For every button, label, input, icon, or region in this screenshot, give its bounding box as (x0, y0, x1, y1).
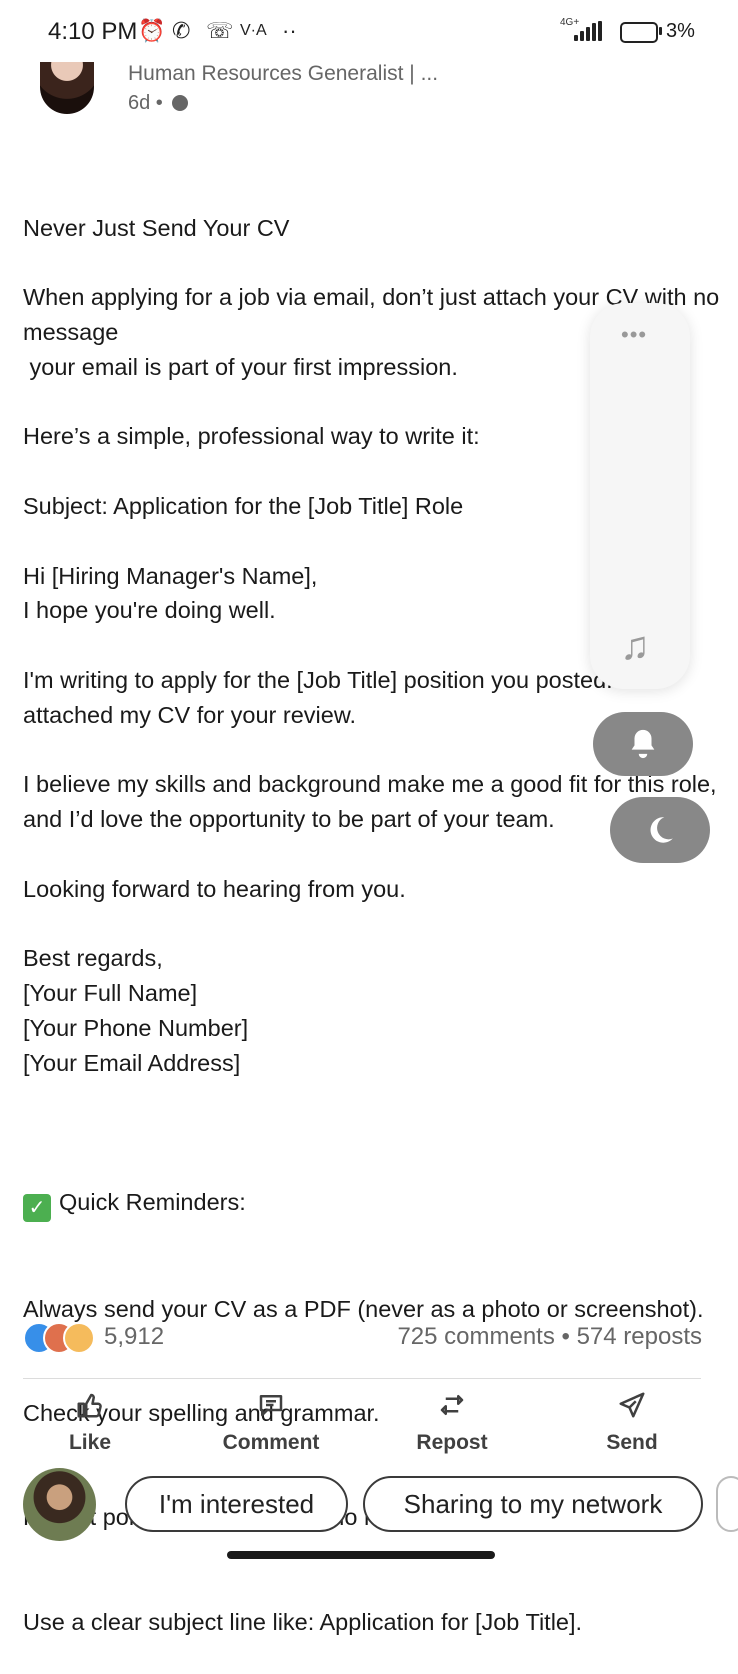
status-time: 4:10 PM (48, 18, 138, 45)
moon-icon[interactable] (610, 797, 710, 863)
status-bar: 4:10 PM ⏰ ✆ ☏ V·A ·· 4G+ 3% (0, 0, 738, 62)
engagement-stats[interactable]: 725 comments • 574 reposts (397, 1323, 702, 1351)
whatsapp-icon: ✆ (172, 18, 191, 43)
globe-icon (172, 95, 188, 111)
post-line: Best regards, (23, 945, 163, 972)
post-line: [Your Email Address] (23, 1049, 241, 1076)
like-icon (77, 1393, 102, 1418)
reaction-icons[interactable] (23, 1322, 98, 1354)
divider (23, 1378, 701, 1379)
interested-chip[interactable]: I'm interested (125, 1476, 348, 1532)
like-button[interactable]: Like (20, 1390, 160, 1455)
panel-more-icon[interactable]: ••• (621, 322, 647, 348)
repost-icon (440, 1395, 464, 1415)
reminder-item: Use a clear subject line like: Applicati… (23, 1608, 583, 1635)
post-line: Looking forward to hearing from you. (23, 875, 406, 902)
repost-button[interactable]: Repost (382, 1390, 522, 1455)
post-time: 6d • (128, 92, 163, 114)
comment-icon (259, 1395, 283, 1417)
check-icon: ✓ (23, 1193, 51, 1222)
alarm-icon: ⏰ (138, 18, 166, 43)
post-line: [Your Full Name] (23, 980, 198, 1007)
like-label: Like (68, 1431, 112, 1454)
send-button[interactable]: Send (562, 1390, 702, 1455)
bell-icon[interactable] (593, 712, 693, 776)
reaction-count[interactable]: 5,912 (104, 1323, 164, 1351)
user-avatar[interactable] (23, 1468, 96, 1541)
signal-icon (574, 21, 604, 41)
comment-label: Comment (222, 1431, 320, 1454)
battery-tip (659, 27, 662, 35)
reminders-title-row: ✓ Quick Reminders: (23, 1185, 723, 1222)
more-notifications: ·· (282, 18, 297, 43)
carrier-text: V·A (240, 22, 267, 39)
battery-icon (620, 22, 658, 43)
post-line: Never Just Send Your CV (23, 214, 290, 241)
music-icon[interactable]: ♫ (620, 624, 650, 669)
author-headline[interactable]: Human Resources Generalist | ... (128, 62, 438, 86)
sharing-chip[interactable]: Sharing to my network (363, 1476, 703, 1532)
comment-button[interactable]: Comment (201, 1390, 341, 1455)
reminders-title: Quick Reminders: (59, 1188, 246, 1215)
battery-percent: 3% (666, 20, 695, 42)
missed-call-icon: ☏ (206, 18, 234, 43)
insight-reaction-icon (63, 1322, 95, 1354)
send-icon (619, 1392, 645, 1418)
repost-label: Repost (416, 1431, 488, 1454)
reminder-item: Always send your CV as a PDF (never as a… (23, 1295, 704, 1322)
post-line: [Your Phone Number] (23, 1014, 249, 1041)
send-label: Send (606, 1431, 658, 1454)
more-chips[interactable] (716, 1476, 738, 1532)
home-indicator[interactable] (227, 1551, 495, 1559)
